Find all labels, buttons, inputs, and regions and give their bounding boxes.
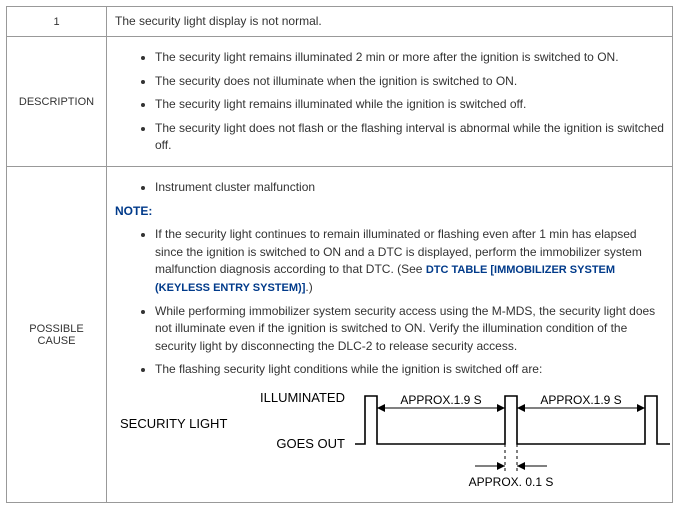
cause-first-list: Instrument cluster malfunction [115,179,664,196]
goes-out-label: GOES OUT [276,436,345,451]
troubleshooting-table: 1 The security light display is not norm… [6,6,673,503]
note-list: If the security light continues to remai… [115,226,664,378]
list-item: Instrument cluster malfunction [155,179,664,196]
note-label: NOTE: [115,203,664,220]
possible-cause-label: POSSIBLE CAUSE [7,167,107,503]
row-possible-cause: POSSIBLE CAUSE Instrument cluster malfun… [7,167,673,503]
row-description: DESCRIPTION The security light remains i… [7,37,673,167]
list-item: The flashing security light conditions w… [155,361,664,378]
interval-2: APPROX.1.9 S [517,393,645,412]
note-text-pre: While performing immobilizer system secu… [155,304,655,353]
description-content: The security light remains illuminated 2… [107,37,673,167]
list-item: The security light remains illuminated 2… [155,49,664,66]
list-item: While performing immobilizer system secu… [155,303,664,355]
list-item: The security does not illuminate when th… [155,73,664,90]
possible-cause-content: Instrument cluster malfunction NOTE: If … [107,167,673,503]
list-item: The security light does not flash or the… [155,120,664,155]
list-item: If the security light continues to remai… [155,226,664,297]
row-1-text: The security light display is not normal… [107,7,673,37]
note-text-post: .) [305,280,312,294]
row-1-number: 1 [7,7,107,37]
interval-1-label: APPROX.1.9 S [400,393,481,407]
row-1: 1 The security light display is not norm… [7,7,673,37]
timing-diagram: ILLUMINATED SECURITY LIGHT GOES OUT APPR… [115,386,664,496]
note-text-pre: The flashing security light conditions w… [155,362,542,376]
description-label: DESCRIPTION [7,37,107,167]
list-item: The security light remains illuminated w… [155,96,664,113]
pulse-width-label: APPROX. 0.1 S [469,475,554,489]
security-light-label: SECURITY LIGHT [120,416,227,431]
description-list: The security light remains illuminated 2… [115,49,664,154]
timing-svg: ILLUMINATED SECURITY LIGHT GOES OUT APPR… [115,386,675,496]
illuminated-label: ILLUMINATED [260,390,345,405]
interval-1: APPROX.1.9 S [377,393,505,412]
interval-2-label: APPROX.1.9 S [540,393,621,407]
